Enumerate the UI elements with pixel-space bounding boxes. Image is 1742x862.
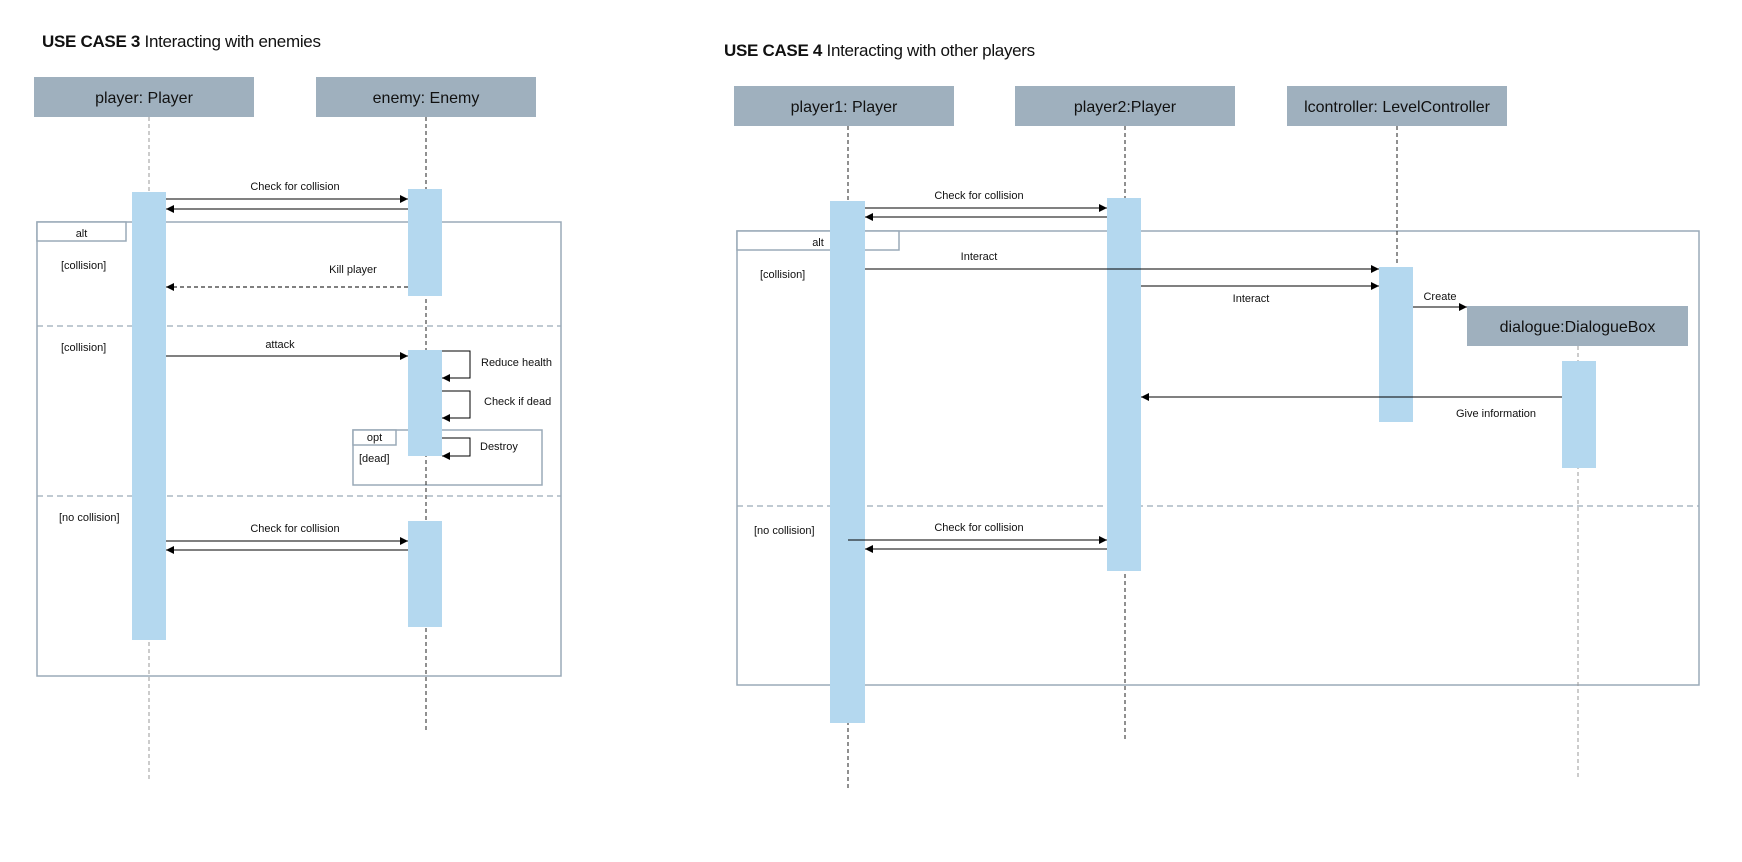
activation-player-uc3 [132,192,166,640]
alt-tab-uc3-label: alt [76,228,88,240]
message-label-check-collision-uc3-2: Check for collision [250,523,339,535]
activation-enemy-uc3-2 [408,350,442,456]
message-label-check-collision-uc4-1: Check for collision [934,190,1023,202]
message-label-give-information: Give information [1456,408,1536,420]
guard-dead-uc3: [dead] [359,453,390,465]
lifeline-header-player1-label: player1: Player [791,99,898,116]
message-check-if-dead [442,390,471,422]
guard-collision-uc4: [collision] [760,269,805,281]
lifeline-header-enemy-label: enemy: Enemy [373,90,480,107]
message-label-attack: attack [265,339,295,351]
activation-dialogue-uc4 [1562,361,1596,468]
message-label-check-collision-uc4-2: Check for collision [934,522,1023,534]
message-reduce-health [442,350,471,382]
alt-tab-uc4-label: alt [812,237,824,249]
lifeline-header-player-label: player: Player [95,90,193,107]
lifeline-header-lcontroller-label: lcontroller: LevelController [1304,99,1491,116]
alt-frame-uc4 [736,230,1700,686]
guard-no-collision-uc4: [no collision] [754,525,815,537]
message-label-create: Create [1423,291,1456,303]
activation-enemy-uc3-3 [408,521,442,627]
activation-player2-uc4 [1107,198,1141,571]
opt-tab-uc3-label: opt [367,432,382,444]
message-label-check-collision-uc3-1: Check for collision [250,181,339,193]
lifeline-header-dialogue-label: dialogue:DialogueBox [1500,319,1656,336]
guard-collision-uc3-2: [collision] [61,342,106,354]
activation-lcontroller-uc4 [1379,267,1413,422]
message-label-interact-2: Interact [1233,293,1270,305]
message-label-interact-1: Interact [961,251,998,263]
diagram-canvas: USE CASE 3 Interacting with enemies USE … [0,0,1742,862]
message-destroy [442,437,471,460]
message-label-destroy: Destroy [480,441,518,453]
message-label-kill-player: Kill player [329,264,377,276]
lifeline-header-player2-label: player2:Player [1074,99,1177,116]
guard-no-collision-uc3: [no collision] [59,512,120,524]
message-label-check-if-dead: Check if dead [484,396,551,408]
sequence-diagrams: player: Player enemy: Enemy alt opt Check fo… [34,77,1700,790]
guard-collision-uc3-1: [collision] [61,260,106,272]
activation-enemy-uc3-1 [408,189,442,296]
activation-player1-uc4 [830,201,865,723]
message-label-reduce-health: Reduce health [481,357,552,369]
